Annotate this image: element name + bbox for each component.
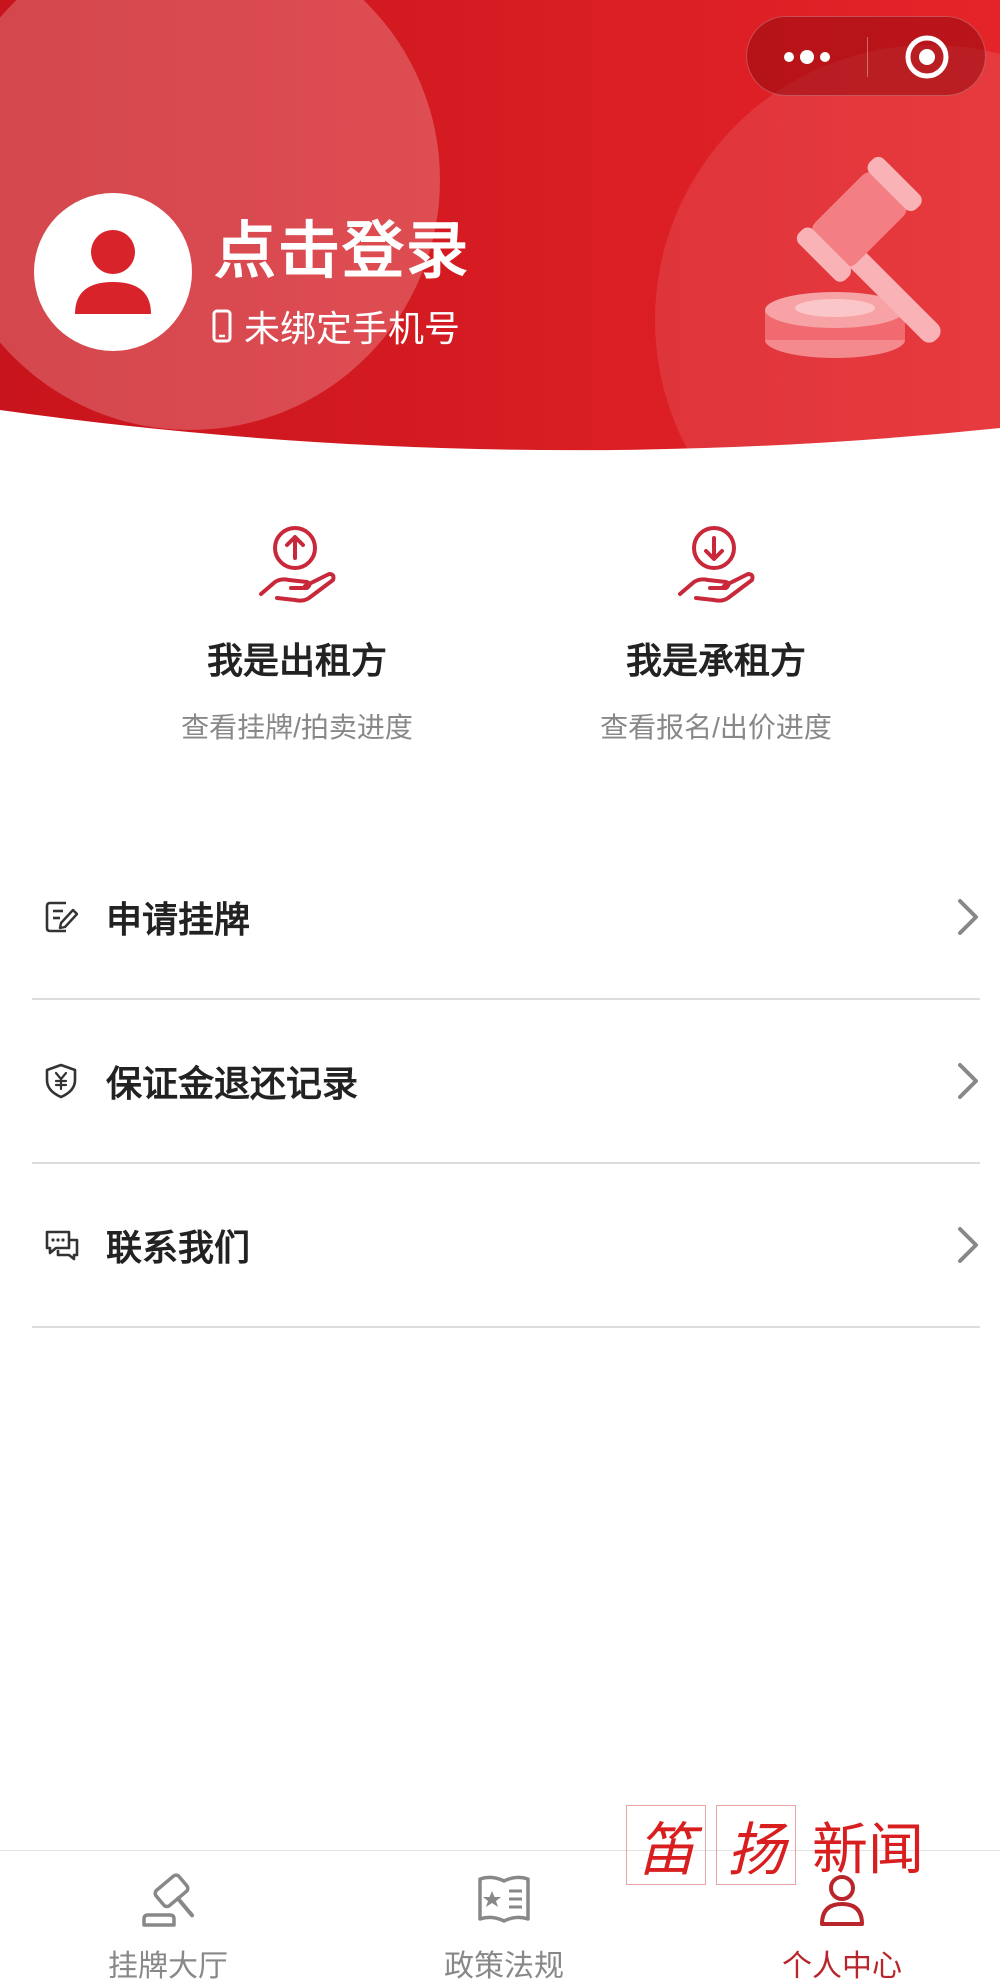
menu-item-label: 联系我们 <box>106 1227 251 1268</box>
watermark-text: 新闻 <box>812 1817 924 1883</box>
menu-item-contact-us[interactable]: 联系我们 <box>32 1164 980 1328</box>
edit-document-icon <box>44 895 88 939</box>
mini-program-capsule <box>746 16 986 96</box>
news-watermark: 笛 扬 新闻 <box>626 1804 924 1886</box>
role-lessor-card[interactable]: 我是出租方 查看挂牌/拍卖进度 <box>137 520 457 746</box>
menu-item-label: 申请挂牌 <box>106 899 251 940</box>
menu-item-label: 保证金退还记录 <box>106 1063 359 1104</box>
menu-item-apply-listing[interactable]: 申请挂牌 <box>32 836 980 1000</box>
mobile-phone-icon <box>212 309 232 343</box>
target-circle-icon[interactable] <box>867 17 987 97</box>
watermark-char-2: 扬 <box>716 1805 796 1885</box>
role-lessor-title: 我是出租方 <box>206 640 387 681</box>
tab-listing-hall[interactable]: 挂牌大厅 <box>68 1871 268 1985</box>
login-title[interactable]: 点击登录 <box>214 200 470 290</box>
role-lessee-title: 我是承租方 <box>625 640 806 681</box>
hand-coin-up-icon <box>137 520 457 604</box>
menu-item-deposit-refund[interactable]: 保证金退还记录 <box>32 1000 980 1164</box>
gavel-icon <box>68 1871 268 1929</box>
profile-header: 点击登录 未绑定手机号 <box>0 0 1000 460</box>
policy-book-icon <box>404 1871 604 1929</box>
tab-label: 个人中心 <box>782 1950 902 1983</box>
chat-bubbles-icon <box>44 1223 88 1267</box>
hand-coin-down-icon <box>556 520 876 604</box>
chevron-right-icon <box>956 1225 980 1265</box>
profile-menu: 申请挂牌 保证金退还记录 联系我们 <box>32 836 980 1328</box>
tab-label: 政策法规 <box>444 1950 564 1983</box>
chevron-right-icon <box>956 1061 980 1101</box>
role-lessor-subtitle: 查看挂牌/拍卖进度 <box>181 712 413 743</box>
watermark-char-1: 笛 <box>626 1805 706 1885</box>
tab-personal-center[interactable]: 个人中心 <box>742 1871 942 1985</box>
user-avatar-icon[interactable] <box>34 193 192 351</box>
chevron-right-icon <box>956 897 980 937</box>
phone-status-text: 未绑定手机号 <box>244 308 461 349</box>
auction-gavel-icon <box>760 150 1000 385</box>
tab-label: 挂牌大厅 <box>108 1950 228 1983</box>
tab-policy-regulations[interactable]: 政策法规 <box>404 1871 604 1985</box>
role-lessee-card[interactable]: 我是承租方 查看报名/出价进度 <box>556 520 876 746</box>
phone-binding-status[interactable]: 未绑定手机号 <box>212 302 460 350</box>
role-lessee-subtitle: 查看报名/出价进度 <box>600 712 832 743</box>
more-dots-icon[interactable] <box>747 17 867 97</box>
shield-yuan-icon <box>44 1059 88 1103</box>
